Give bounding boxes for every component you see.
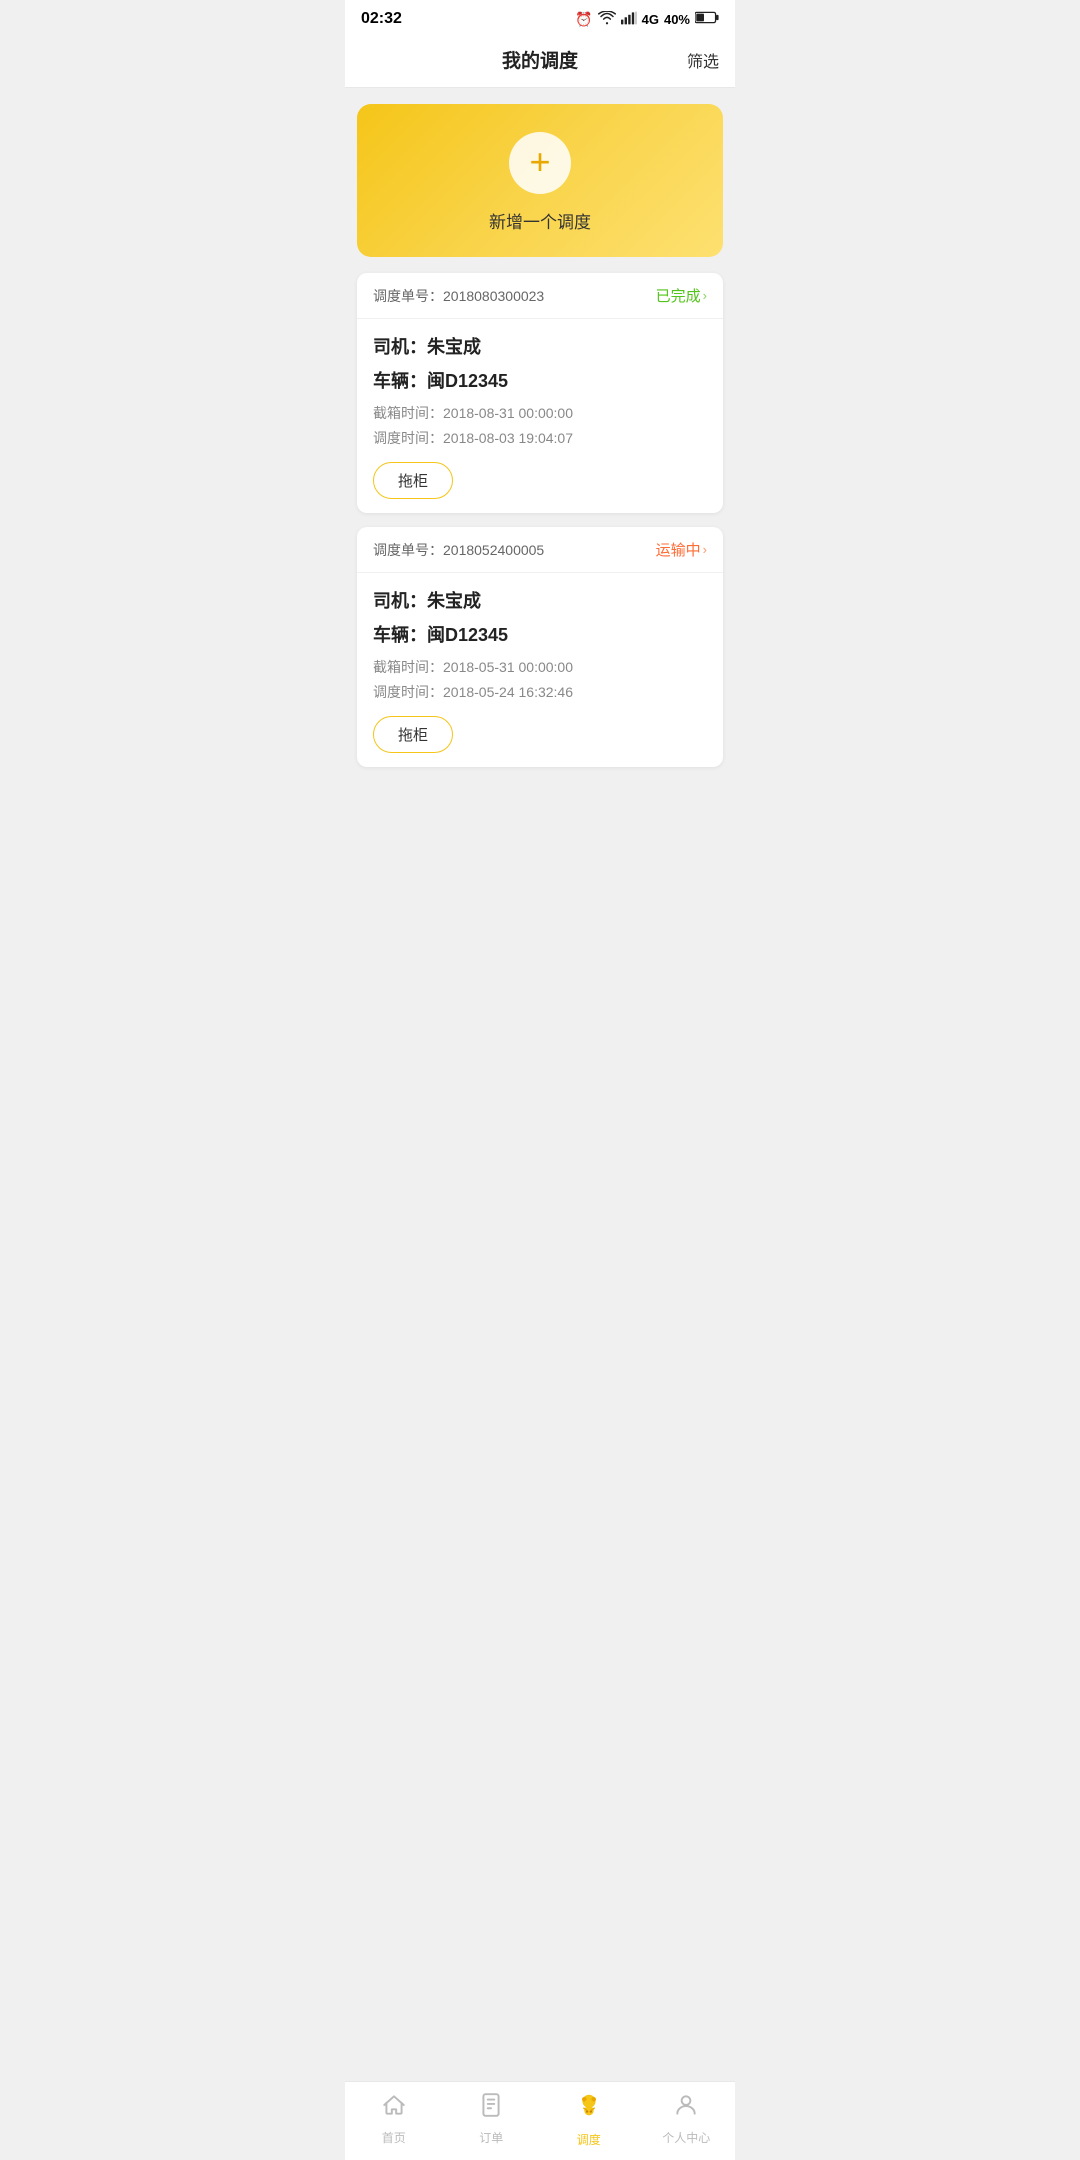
dispatch-icon <box>574 2090 604 2127</box>
filter-button[interactable]: 筛选 <box>687 48 719 72</box>
status-bar: 02:32 ⏰ 4G 40% <box>345 0 735 34</box>
order-body-1: 司机：朱宝成 车辆：闽D12345 截箱时间：2018-08-31 00:00:… <box>357 319 723 513</box>
profile-icon <box>673 2092 699 2125</box>
chevron-right-icon-2: › <box>703 542 707 557</box>
tag-button-tuogui-2[interactable]: 拖柜 <box>373 716 453 753</box>
page-title: 我的调度 <box>502 46 578 73</box>
alarm-icon: ⏰ <box>575 11 592 28</box>
order-vehicle-1: 车辆：闽D12345 <box>373 367 707 393</box>
nav-item-home[interactable]: 首页 <box>345 2092 443 2146</box>
battery-icon <box>695 11 719 27</box>
add-circle: + <box>509 132 571 194</box>
order-cutoff-1: 截箱时间：2018-08-31 00:00:00 <box>373 403 707 423</box>
wifi-icon <box>598 11 616 28</box>
plus-icon: + <box>529 144 550 180</box>
nav-label-home: 首页 <box>382 2129 406 2146</box>
order-status-2[interactable]: 运输中 › <box>656 539 707 560</box>
chevron-right-icon-1: › <box>703 288 707 303</box>
order-tags-2: 拖柜 <box>373 716 707 753</box>
order-card-1: 调度单号：2018080300023 已完成 › 司机：朱宝成 车辆：闽D123… <box>357 273 723 513</box>
order-vehicle-2: 车辆：闽D12345 <box>373 621 707 647</box>
add-dispatch-card[interactable]: + 新增一个调度 <box>357 104 723 257</box>
order-header-2[interactable]: 调度单号：2018052400005 运输中 › <box>357 527 723 573</box>
order-number-2: 调度单号：2018052400005 <box>373 540 544 560</box>
signal-icon <box>621 11 637 28</box>
nav-label-dispatch: 调度 <box>577 2131 601 2148</box>
order-icon <box>478 2092 504 2125</box>
order-header-1[interactable]: 调度单号：2018080300023 已完成 › <box>357 273 723 319</box>
order-cutoff-2: 截箱时间：2018-05-31 00:00:00 <box>373 657 707 677</box>
order-card-2: 调度单号：2018052400005 运输中 › 司机：朱宝成 车辆：闽D123… <box>357 527 723 767</box>
home-icon <box>381 2092 407 2125</box>
nav-item-profile[interactable]: 个人中心 <box>638 2092 736 2146</box>
order-schedule-1: 调度时间：2018-08-03 19:04:07 <box>373 428 707 448</box>
status-icons: ⏰ 4G 40% <box>575 11 719 28</box>
order-schedule-2: 调度时间：2018-05-24 16:32:46 <box>373 682 707 702</box>
bottom-nav: 首页 订单 <box>345 2081 735 2160</box>
nav-item-dispatch[interactable]: 调度 <box>540 2090 638 2148</box>
header: 我的调度 筛选 <box>345 34 735 88</box>
nav-item-order[interactable]: 订单 <box>443 2092 541 2146</box>
status-time: 02:32 <box>361 10 402 28</box>
order-driver-2: 司机：朱宝成 <box>373 587 707 613</box>
order-number-1: 调度单号：2018080300023 <box>373 286 544 306</box>
nav-label-order: 订单 <box>479 2129 503 2146</box>
tag-button-tuogui-1[interactable]: 拖柜 <box>373 462 453 499</box>
add-dispatch-label: 新增一个调度 <box>489 208 591 233</box>
battery-percent: 40% <box>664 12 690 27</box>
order-driver-1: 司机：朱宝成 <box>373 333 707 359</box>
main-content: + 新增一个调度 调度单号：2018080300023 已完成 › 司机：朱宝成… <box>345 88 735 861</box>
nav-label-profile: 个人中心 <box>662 2129 710 2146</box>
order-body-2: 司机：朱宝成 车辆：闽D12345 截箱时间：2018-05-31 00:00:… <box>357 573 723 767</box>
order-tags-1: 拖柜 <box>373 462 707 499</box>
order-status-1[interactable]: 已完成 › <box>656 285 707 306</box>
4g-label: 4G <box>642 12 659 27</box>
